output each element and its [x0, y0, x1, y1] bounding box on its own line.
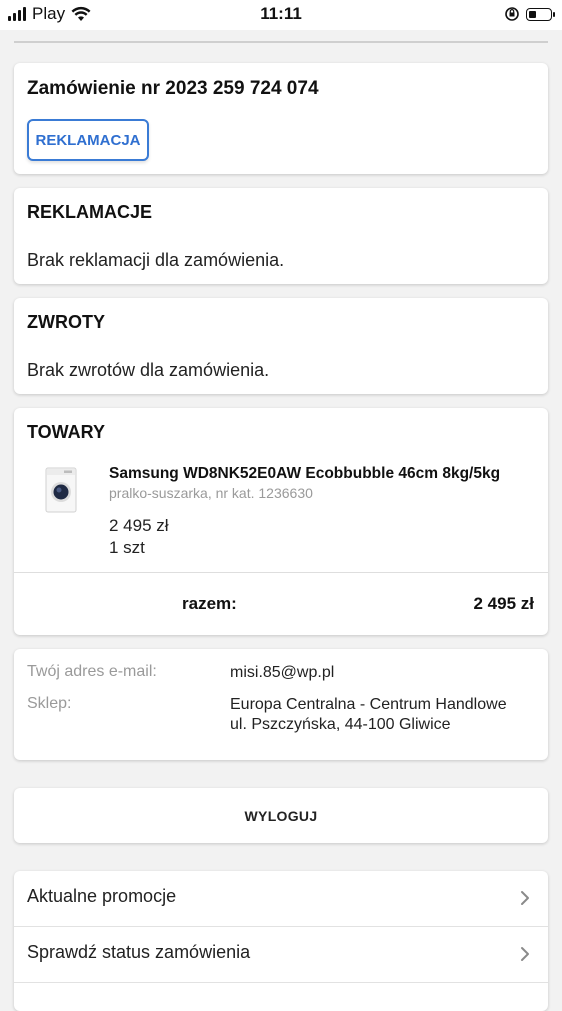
- menu-list: Aktualne promocje Sprawdź status zamówie…: [14, 871, 548, 1011]
- email-label: Twój adres e-mail:: [27, 663, 157, 680]
- battery-icon: [526, 7, 555, 21]
- order-card: Zamówienie nr 2023 259 724 074 REKLAMACJ…: [14, 63, 548, 174]
- menu-item-order-status[interactable]: Sprawdź status zamówienia: [14, 927, 548, 982]
- product-quantity: 1 szt: [109, 538, 145, 557]
- product-name[interactable]: Samsung WD8NK52E0AW Ecobbubble 46cm 8kg/…: [109, 465, 500, 483]
- complaints-empty-text: Brak reklamacji dla zamówienia.: [27, 250, 285, 270]
- total-label: razem:: [182, 594, 237, 613]
- chevron-right-icon: [521, 947, 529, 961]
- product-price: 2 495 zł: [109, 516, 169, 535]
- complaint-button[interactable]: REKLAMACJA: [27, 119, 149, 161]
- status-right: [504, 6, 555, 22]
- order-title: Zamówienie nr 2023 259 724 074: [27, 78, 319, 99]
- returns-empty-text: Brak zwrotów dla zamówienia.: [27, 360, 270, 380]
- returns-card: ZWROTY Brak zwrotów dla zamówienia.: [14, 298, 548, 394]
- menu-item-label: Sprawdź status zamówienia: [27, 942, 251, 962]
- logout-button[interactable]: WYLOGUJ: [14, 788, 548, 843]
- products-title: TOWARY: [27, 422, 106, 442]
- store-address-line1: Europa Centralna - Centrum Handlowe: [230, 696, 507, 713]
- top-divider: [14, 41, 548, 43]
- chevron-right-icon: [521, 891, 529, 905]
- product-subtitle: pralko-suszarka, nr kat. 1236630: [109, 485, 313, 501]
- rotation-lock-icon: [505, 7, 519, 21]
- washer-dryer-image: [45, 467, 77, 513]
- complaints-title: REKLAMACJE: [27, 202, 153, 222]
- menu-divider: [14, 982, 548, 983]
- menu-item-label: Aktualne promocje: [27, 886, 177, 906]
- logout-card: WYLOGUJ: [14, 788, 548, 843]
- account-info-card: Twój adres e-mail: misi.85@wp.pl Sklep: …: [14, 649, 548, 760]
- status-bar: Play 11:11: [0, 0, 562, 30]
- status-time: 11:11: [260, 4, 302, 23]
- email-value: misi.85@wp.pl: [230, 664, 335, 681]
- returns-title: ZWROTY: [27, 312, 105, 332]
- products-divider: [14, 572, 548, 573]
- complaints-card: REKLAMACJE Brak reklamacji dla zamówieni…: [14, 188, 548, 284]
- store-label: Sklep:: [27, 695, 72, 712]
- total-value: 2 495 zł: [473, 594, 535, 613]
- store-address-line2: ul. Pszczyńska, 44-100 Gliwice: [230, 716, 451, 733]
- menu-item-promotions[interactable]: Aktualne promocje: [14, 871, 548, 926]
- products-card: TOWARY Samsung WD8NK52E0AW Ecobbubble 46…: [14, 408, 548, 635]
